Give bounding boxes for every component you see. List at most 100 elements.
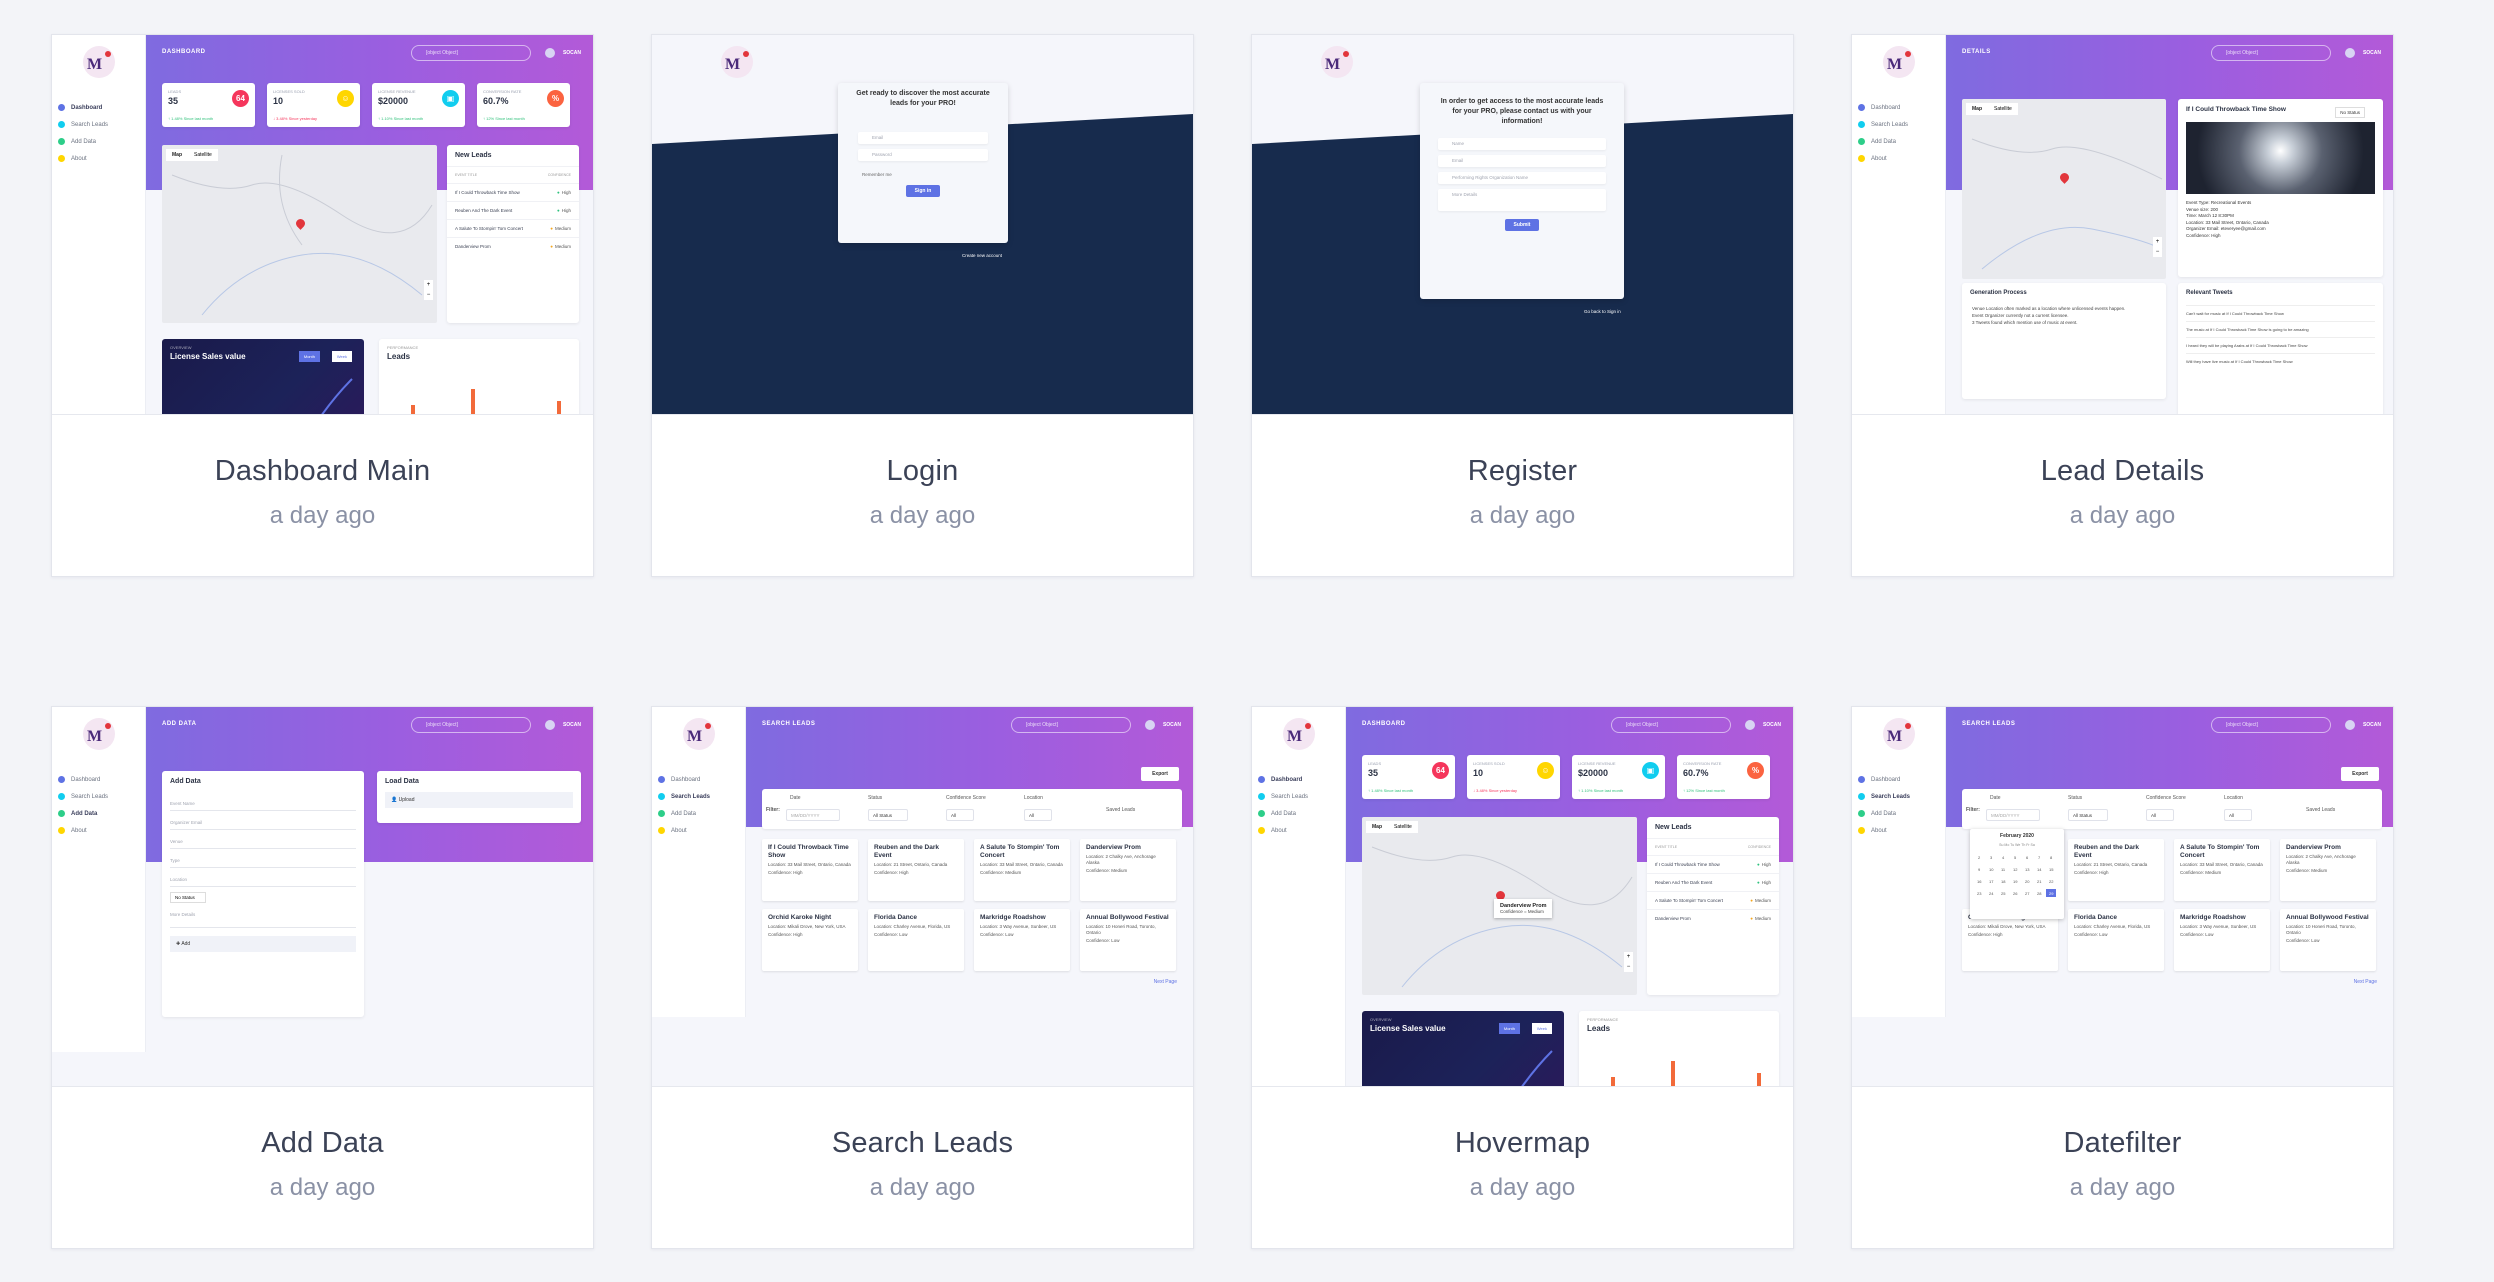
logo-icon: M [721, 46, 753, 78]
zoom-control[interactable]: + − [2153, 237, 2162, 257]
create-account-link[interactable]: Create new account [962, 253, 1002, 258]
thumbnail-hovermap[interactable]: M Dashboard Search Leads Add Data About … [1252, 707, 1793, 1087]
event-detail-panel: If I Could Throwback Time Show No Status… [2178, 99, 2383, 277]
email-field[interactable]: Email [858, 132, 988, 144]
stat-card: LICENSES SOLD 10 ☺ ↓ 3.48% Since yesterday [1467, 755, 1560, 799]
design-card-hovermap[interactable]: M Dashboard Search Leads Add Data About … [1251, 706, 1794, 1249]
svg-text:M: M [1887, 56, 1902, 73]
export-button[interactable]: Export [2341, 767, 2379, 781]
lead-card[interactable]: Markridge Roadshow Location: 3 Way Avenue… [974, 909, 1070, 971]
table-row[interactable]: Danderview PromMedium [1647, 909, 1779, 927]
map[interactable]: Map Satellite + − [1962, 99, 2166, 279]
status-select[interactable]: No Status [2335, 107, 2365, 118]
card-title[interactable]: Register [1252, 455, 1793, 488]
submit-button[interactable]: Submit [1505, 219, 1539, 231]
design-card-login[interactable]: M Get ready to discover the most accurat… [651, 34, 1194, 577]
new-leads-panel: New Leads EVENT TITLE CONFIDENCE If I Cou… [447, 145, 579, 323]
stat-card: LICENSES SOLD 10 ☺ ↓ 3.48% Since yesterday [267, 83, 360, 127]
card-title[interactable]: Dashboard Main [52, 455, 593, 488]
zoom-control[interactable]: + − [1624, 952, 1633, 972]
new-leads-panel: New Leads EVENT TITLE CONFIDENCE If I Cou… [1647, 817, 1779, 995]
thumbnail-add-data[interactable]: M Dashboard Search Leads Add Data About … [52, 707, 593, 1087]
pro-name-field[interactable]: Performing Rights Organization Name [1438, 172, 1606, 184]
next-page-link[interactable]: Next Page [2354, 979, 2377, 985]
table-row[interactable]: A Salute To Stompin' Tom ConcertMedium [1647, 891, 1779, 909]
lead-card[interactable]: Florida Dance Location: Charley Avenue, F… [2068, 909, 2164, 971]
stat-card: LEADS 35 64 ↑ 1.48% Since last month [162, 83, 255, 127]
avatar[interactable] [1745, 720, 1755, 730]
thumbnail-search-leads[interactable]: M Dashboard Search Leads Add Data About … [652, 707, 1193, 1087]
design-card-lead-details[interactable]: M Dashboard Search Leads Add Data About … [1851, 34, 2394, 577]
svg-text:20: 20 [2025, 879, 2030, 884]
design-card-datefilter[interactable]: M Dashboard Search Leads Add Data About … [1851, 706, 2394, 1249]
lead-card[interactable]: Danderview Prom Location: 2 Chalky Ave, A… [2280, 839, 2376, 901]
avatar[interactable] [2345, 720, 2355, 730]
card-title[interactable]: Search Leads [652, 1127, 1193, 1160]
lead-card[interactable]: Orchid Karoke NightLocation: Mikali Drov… [762, 909, 858, 971]
avatar[interactable] [545, 48, 555, 58]
table-row[interactable]: Danderview PromMedium [447, 237, 579, 255]
password-field[interactable]: Password [858, 149, 988, 161]
table-row[interactable]: Reuben And The Dark EventHigh [447, 201, 579, 219]
avatar[interactable] [2345, 48, 2355, 58]
design-card-add-data[interactable]: M Dashboard Search Leads Add Data About … [51, 706, 594, 1249]
remember-checkbox[interactable]: Remember me [838, 166, 1008, 177]
thumbnail-dashboard-main[interactable]: M Dashboard Search Leads Add Data About … [52, 35, 593, 415]
lead-card[interactable]: Reuben and the Dark Event Location: 21 St… [868, 839, 964, 901]
relevant-tweets-panel: Relevant Tweets Can't wait for music at … [2178, 283, 2383, 414]
card-title[interactable]: Datefilter [1852, 1127, 2393, 1160]
add-data-form: Add Data Event Name Organizer Email Venu… [162, 771, 364, 1017]
lead-card[interactable]: A Salute To Stompin' Tom Concert Location… [974, 839, 1070, 901]
thumbnail-register[interactable]: M In order to get access to the most acc… [1252, 35, 1793, 415]
thumbnail-datefilter[interactable]: M Dashboard Search Leads Add Data About … [1852, 707, 2393, 1087]
thumb-sidebar: M Dashboard Search Leads Add Data About [1252, 707, 1346, 1086]
card-title[interactable]: Add Data [52, 1127, 593, 1160]
avatar[interactable] [1145, 720, 1155, 730]
thumbnail-login[interactable]: M Get ready to discover the most accurat… [652, 35, 1193, 415]
name-field[interactable]: Name [1438, 138, 1606, 150]
back-to-sign-in-link[interactable]: Go back to Sign in [1584, 309, 1621, 314]
card-title[interactable]: Hovermap [1252, 1127, 1793, 1160]
svg-text:M: M [1287, 728, 1302, 745]
svg-text:7: 7 [2038, 855, 2041, 860]
add-button[interactable]: ✚ Add [170, 936, 356, 952]
logo-icon: M [683, 718, 715, 750]
table-row[interactable]: If I Could Throwback Time ShowHigh [1647, 855, 1779, 873]
calendar-grid[interactable]: 2345678 9 10 11 12 13 14 15 16 17 18 19 20 21 22 23 2… [1970, 847, 2064, 907]
lead-card[interactable]: A Salute To Stompin' Tom Concert Location… [2174, 839, 2270, 901]
map[interactable]: Map Satellite + − [162, 145, 437, 323]
lead-card[interactable]: Reuben and the Dark Event Location: 21 St… [2068, 839, 2164, 901]
email-field[interactable]: Email [1438, 155, 1606, 167]
design-card-dashboard-main[interactable]: M Dashboard Search Leads Add Data About … [51, 34, 594, 577]
lead-card[interactable]: Annual Bollywood Festival Location: 10 Ho… [1080, 909, 1176, 971]
more-details-field[interactable]: More Details [1438, 189, 1606, 211]
avatar[interactable] [545, 720, 555, 730]
design-card-register[interactable]: M In order to get access to the most acc… [1251, 34, 1794, 577]
stat-card: CONVERSION RATE 60.7%% ↑ 12% Since last mo… [1677, 755, 1770, 799]
export-button[interactable]: Export [1141, 767, 1179, 781]
thumbnail-lead-details[interactable]: M Dashboard Search Leads Add Data About … [1852, 35, 2393, 415]
lead-card[interactable]: Markridge Roadshow Location: 3 Way Avenue… [2174, 909, 2270, 971]
date-picker-popup[interactable]: February 2020 Su Mo Tu We Th Fr Sa 23456… [1970, 829, 2064, 919]
svg-text:24: 24 [1989, 891, 1994, 896]
table-row[interactable]: Reuben And The Dark EventHigh [1647, 873, 1779, 891]
next-page-link[interactable]: Next Page [1154, 979, 1177, 985]
map[interactable]: Map Satellite Danderview Prom Confidence … [1362, 817, 1637, 995]
lead-card[interactable]: Danderview Prom Location: 2 Chalky Ave, A… [1080, 839, 1176, 901]
lead-card[interactable]: If I Could Throwback Time Show Location: … [762, 839, 858, 901]
card-title[interactable]: Lead Details [1852, 455, 2393, 488]
card-timestamp: a day ago [869, 502, 976, 529]
svg-text:28: 28 [2037, 891, 2042, 896]
card-title[interactable]: Login [652, 455, 1193, 488]
table-row[interactable]: A Salute To Stompin' Tom ConcertMedium [447, 219, 579, 237]
table-row[interactable]: If I Could Throwback Time ShowHigh [447, 183, 579, 201]
zoom-control[interactable]: + − [424, 280, 433, 300]
upload-button[interactable]: 👤 Upload [385, 792, 573, 808]
lead-card[interactable]: Annual Bollywood Festival Location: 10 Ho… [2280, 909, 2376, 971]
status-select[interactable]: No Status [170, 892, 206, 903]
sign-in-button[interactable]: Sign in [906, 185, 940, 197]
svg-text:16: 16 [1977, 879, 1982, 884]
lead-card[interactable]: Florida Dance Location: Charley Avenue, F… [868, 909, 964, 971]
design-card-search-leads[interactable]: M Dashboard Search Leads Add Data About … [651, 706, 1194, 1249]
card-timestamp: a day ago [2069, 502, 2176, 529]
